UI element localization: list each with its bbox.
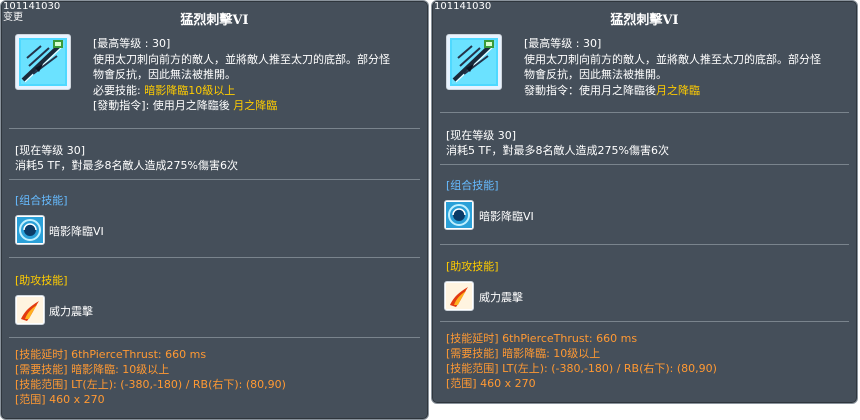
skill-title: 猛烈刺擊VI [610, 13, 679, 28]
command-line: 發動指令：使用月之降臨後月之降臨 [524, 83, 700, 97]
command-value: 月之降臨 [656, 83, 700, 97]
info-delay: [技能延时] 6thPierceThrust: 660 ms [15, 348, 207, 361]
info-area: [范围] 460 x 270 [446, 377, 536, 390]
desc-line-2: 物會反抗，因此無法被推開。 [524, 68, 667, 81]
skill-tooltip-left: 101141030 变更 猛烈刺擊VI [最高等级 : 30] 使用太刀刺向前方… [0, 0, 429, 420]
skill-description: [最高等级 : 30] 使用太刀刺向前方的敵人，並將敵人推至太刀的底部。部分怪 … [524, 36, 854, 98]
divider [440, 244, 849, 245]
skill-tooltip-right: 101141030 猛烈刺擊VI [最高等级 : 30] 使用太刀刺向前方的敵人… [431, 0, 858, 404]
divider [9, 179, 420, 180]
crossed-blades-icon [446, 34, 502, 90]
desc-line-2: 物會反抗，因此無法被推開。 [93, 68, 236, 81]
skill-description: [最高等级 : 30] 使用太刀刺向前方的敵人，並將敵人推至太刀的底部。部分怪 … [93, 36, 423, 114]
combo-skill-name: 暗影降臨VI [479, 210, 534, 223]
current-level-block: [现在等级 30] 消耗5 TF，對最多8名敵人造成275%傷害6次 [15, 143, 238, 173]
current-level: [现在等级 30] [446, 129, 517, 142]
dark-vortex-icon [15, 215, 45, 245]
command-value: 月之降臨 [233, 99, 278, 112]
current-level-block: [现在等级 30] 消耗5 TF，對最多8名敵人造成275%傷害6次 [446, 128, 669, 158]
skill-info-block: [技能延时] 6thPierceThrust: 660 ms [需要技能] 暗影… [446, 331, 717, 391]
desc-line-1: 使用太刀刺向前方的敵人，並將敵人推至太刀的底部。部分怪 [524, 52, 821, 66]
divider [440, 164, 849, 165]
desc-line-1: 使用太刀刺向前方的敵人，並將敵人推至太刀的底部。部分怪 [93, 52, 390, 66]
assist-header: [助攻技能] [446, 260, 499, 273]
divider [9, 257, 420, 258]
max-level-line: [最高等级 : 30] [524, 37, 602, 50]
crossed-blades-icon [15, 34, 71, 90]
divider [440, 112, 849, 113]
info-required: [需要技能] 暗影降臨: 10级以上 [446, 347, 601, 360]
combo-skill-name: 暗影降臨VI [49, 225, 104, 238]
current-effect: 消耗5 TF，對最多8名敵人造成275%傷害6次 [446, 144, 669, 157]
combo-header: [组合技能] [446, 179, 499, 192]
skill-info-block: [技能延时] 6thPierceThrust: 660 ms [需要技能] 暗影… [15, 347, 286, 407]
info-area: [范围] 460 x 270 [15, 393, 105, 406]
current-effect: 消耗5 TF，對最多8名敵人造成275%傷害6次 [15, 159, 238, 172]
skill-title: 猛烈刺擊VI [180, 13, 249, 28]
flame-slash-icon [444, 281, 474, 311]
max-level-line: [最高等级 : 30] [93, 37, 171, 50]
assist-header: [助攻技能] [15, 274, 68, 287]
info-range: [技能范围] LT(左上): (-380,-180) / RB(右下): (80… [15, 378, 286, 391]
divider [440, 321, 849, 322]
required-skill-line: 必要技能: 暗影降臨10級以上 [93, 83, 236, 97]
info-required: [需要技能] 暗影降臨: 10级以上 [15, 363, 170, 376]
required-skill-value: 暗影降臨10級以上 [144, 83, 236, 97]
flame-slash-icon [15, 295, 45, 325]
divider [9, 337, 420, 338]
combo-header: [组合技能] [15, 194, 68, 207]
assist-skill-name: 威力震擊 [479, 291, 523, 304]
info-range: [技能范围] LT(左上): (-380,-180) / RB(右下): (80… [446, 362, 717, 375]
command-line: [發動指令]: 使用月之降臨後 月之降臨 [93, 99, 278, 112]
dark-vortex-icon [444, 200, 474, 230]
divider [9, 128, 420, 129]
assist-skill-name: 威力震擊 [49, 305, 93, 318]
current-level: [现在等级 30] [15, 144, 86, 157]
info-delay: [技能延时] 6thPierceThrust: 660 ms [446, 332, 638, 345]
